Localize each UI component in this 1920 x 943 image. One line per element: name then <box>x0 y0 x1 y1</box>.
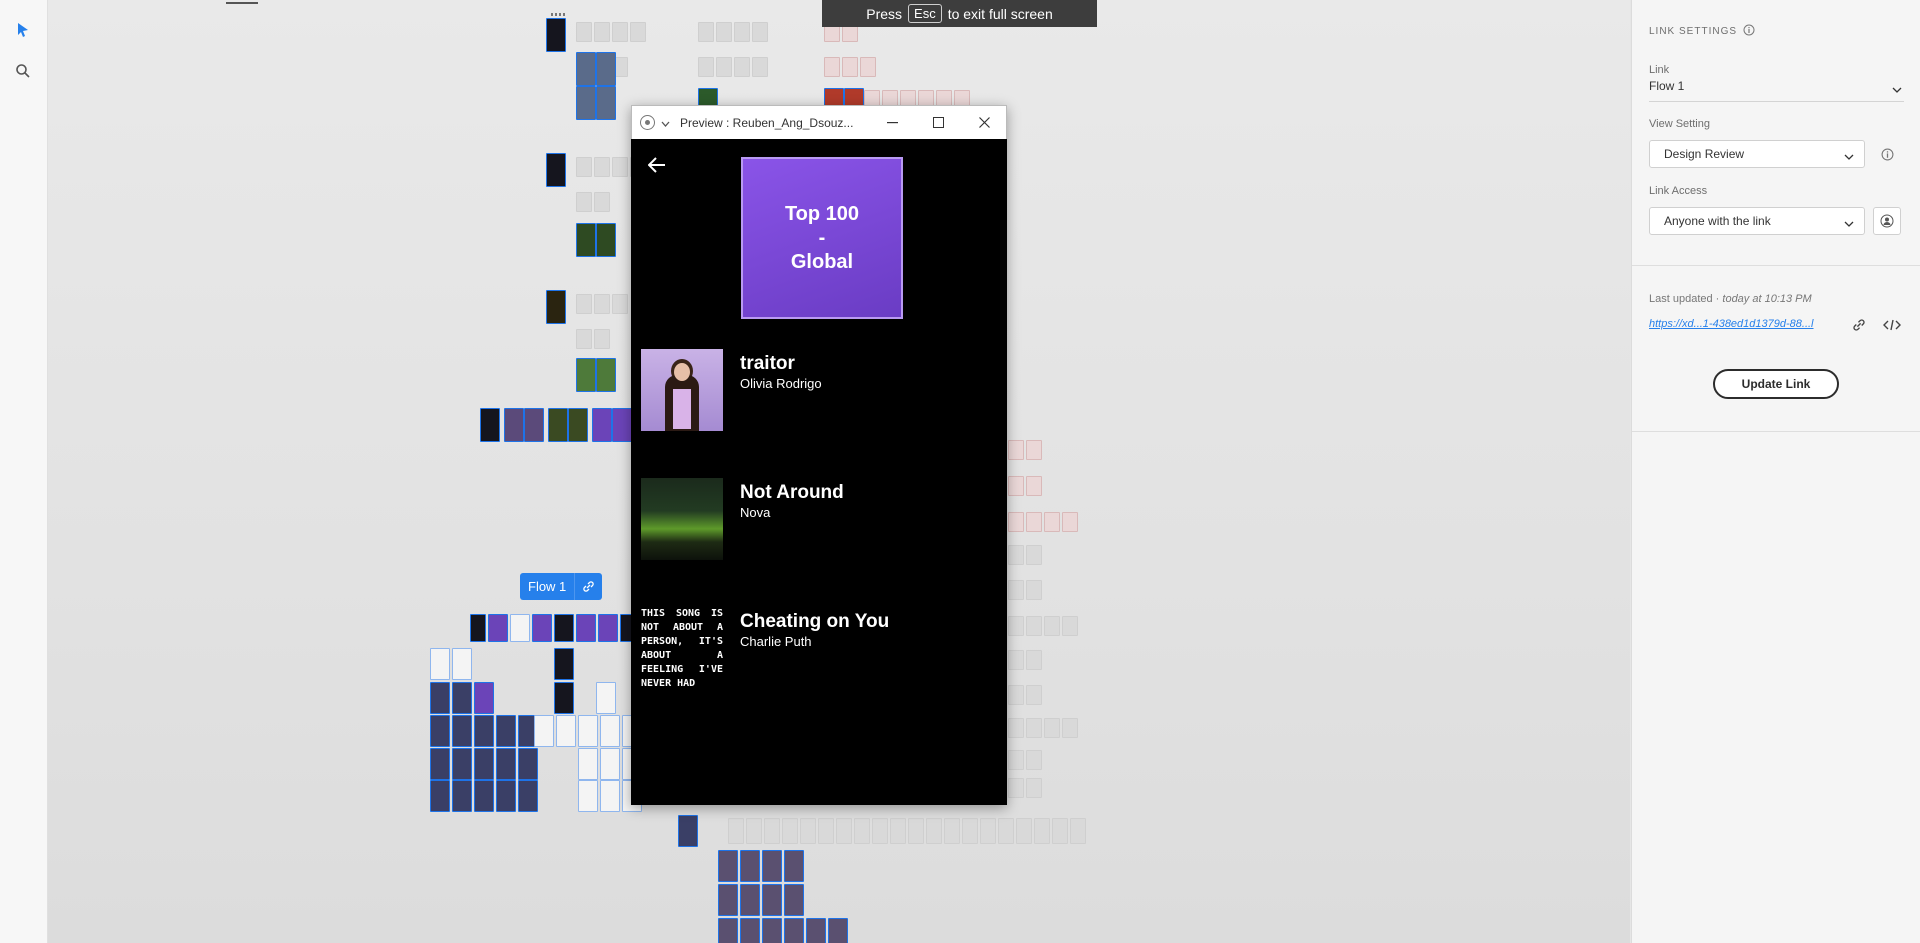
song-title: Cheating on You <box>740 611 890 632</box>
artboard[interactable] <box>546 18 566 52</box>
panel-divider <box>1632 431 1920 432</box>
link-dropdown[interactable]: Flow 1 <box>1649 79 1904 102</box>
search-icon[interactable] <box>12 60 34 82</box>
preview-window[interactable]: Preview : Reuben_Ang_Dsouz... Top 100 - … <box>631 105 1007 805</box>
user-access-icon[interactable] <box>1873 207 1901 235</box>
link-label: Link <box>1649 64 1670 76</box>
link-access-value: Anyone with the link <box>1664 214 1771 228</box>
last-updated: Last updated · today at 10:13 PM <box>1649 293 1812 305</box>
last-updated-label: Last updated · <box>1649 293 1723 305</box>
copy-link-icon[interactable] <box>1845 311 1873 339</box>
canvas-tab-indicator <box>226 2 258 4</box>
song-title: traitor <box>740 353 795 374</box>
maximize-button[interactable] <box>916 106 961 139</box>
select-tool-icon[interactable] <box>12 19 34 41</box>
share-link-url[interactable]: https://xd...1-438ed1d1379d-88...l <box>1649 318 1814 330</box>
link-icon[interactable] <box>574 573 602 600</box>
song-item[interactable]: THIS SONG IS NOT ABOUT A PERSON, IT'S AB… <box>641 607 993 691</box>
song-artist: Olivia Rodrigo <box>740 376 822 391</box>
link-settings-panel: LINK SETTINGS Link Flow 1 View Setting D… <box>1631 0 1920 943</box>
fullscreen-banner: Press Esc to exit full screen <box>822 0 1097 27</box>
chevron-down-icon <box>1844 216 1854 230</box>
view-setting-select[interactable]: Design Review <box>1649 140 1865 168</box>
tool-strip <box>0 0 48 943</box>
song-title: Not Around <box>740 482 844 503</box>
app-screen: Top 100 - Global traitor Olivia Rodrigo … <box>631 139 1007 805</box>
close-button[interactable] <box>962 106 1007 139</box>
preview-title: Preview : Reuben_Ang_Dsouz... <box>680 115 854 130</box>
flow-label: Flow 1 <box>528 579 567 594</box>
panel-divider <box>1632 265 1920 266</box>
song-artist: Charlie Puth <box>740 634 812 649</box>
banner-rest-text: to exit full screen <box>947 5 1053 22</box>
song-thumbnail <box>641 478 723 560</box>
chevron-down-icon <box>1892 82 1902 96</box>
link-access-label: Link Access <box>1649 185 1708 197</box>
minimize-button[interactable] <box>870 106 915 139</box>
song-item[interactable]: Not Around Nova <box>641 478 993 562</box>
record-icon[interactable] <box>640 115 655 130</box>
flow-start-tag[interactable]: Flow 1 <box>520 573 603 600</box>
embed-code-icon[interactable] <box>1878 311 1906 339</box>
esc-key-label: Esc <box>908 4 942 23</box>
view-setting-label: View Setting <box>1649 118 1710 130</box>
back-arrow-icon[interactable] <box>647 157 666 178</box>
view-setting-value: Design Review <box>1664 147 1745 161</box>
banner-press-text: Press <box>866 5 903 22</box>
song-cover-art: THIS SONG IS NOT ABOUT A PERSON, IT'S AB… <box>641 607 723 689</box>
song-artist: Nova <box>740 505 771 520</box>
album-cover[interactable]: Top 100 - Global <box>741 157 903 319</box>
update-link-button[interactable]: Update Link <box>1713 369 1839 399</box>
info-icon[interactable] <box>1743 24 1755 39</box>
preview-titlebar[interactable]: Preview : Reuben_Ang_Dsouz... <box>631 105 1007 140</box>
chevron-down-icon <box>1844 149 1854 163</box>
song-item[interactable]: traitor Olivia Rodrigo <box>641 349 993 433</box>
chevron-down-icon[interactable] <box>661 116 670 130</box>
last-updated-time: today at 10:13 PM <box>1722 293 1812 305</box>
song-thumbnail <box>641 349 723 431</box>
link-dropdown-value: Flow 1 <box>1649 79 1685 93</box>
link-access-select[interactable]: Anyone with the link <box>1649 207 1865 235</box>
info-icon[interactable] <box>1873 140 1901 168</box>
panel-heading-text: LINK SETTINGS <box>1649 26 1738 37</box>
panel-heading: LINK SETTINGS <box>1649 24 1755 39</box>
